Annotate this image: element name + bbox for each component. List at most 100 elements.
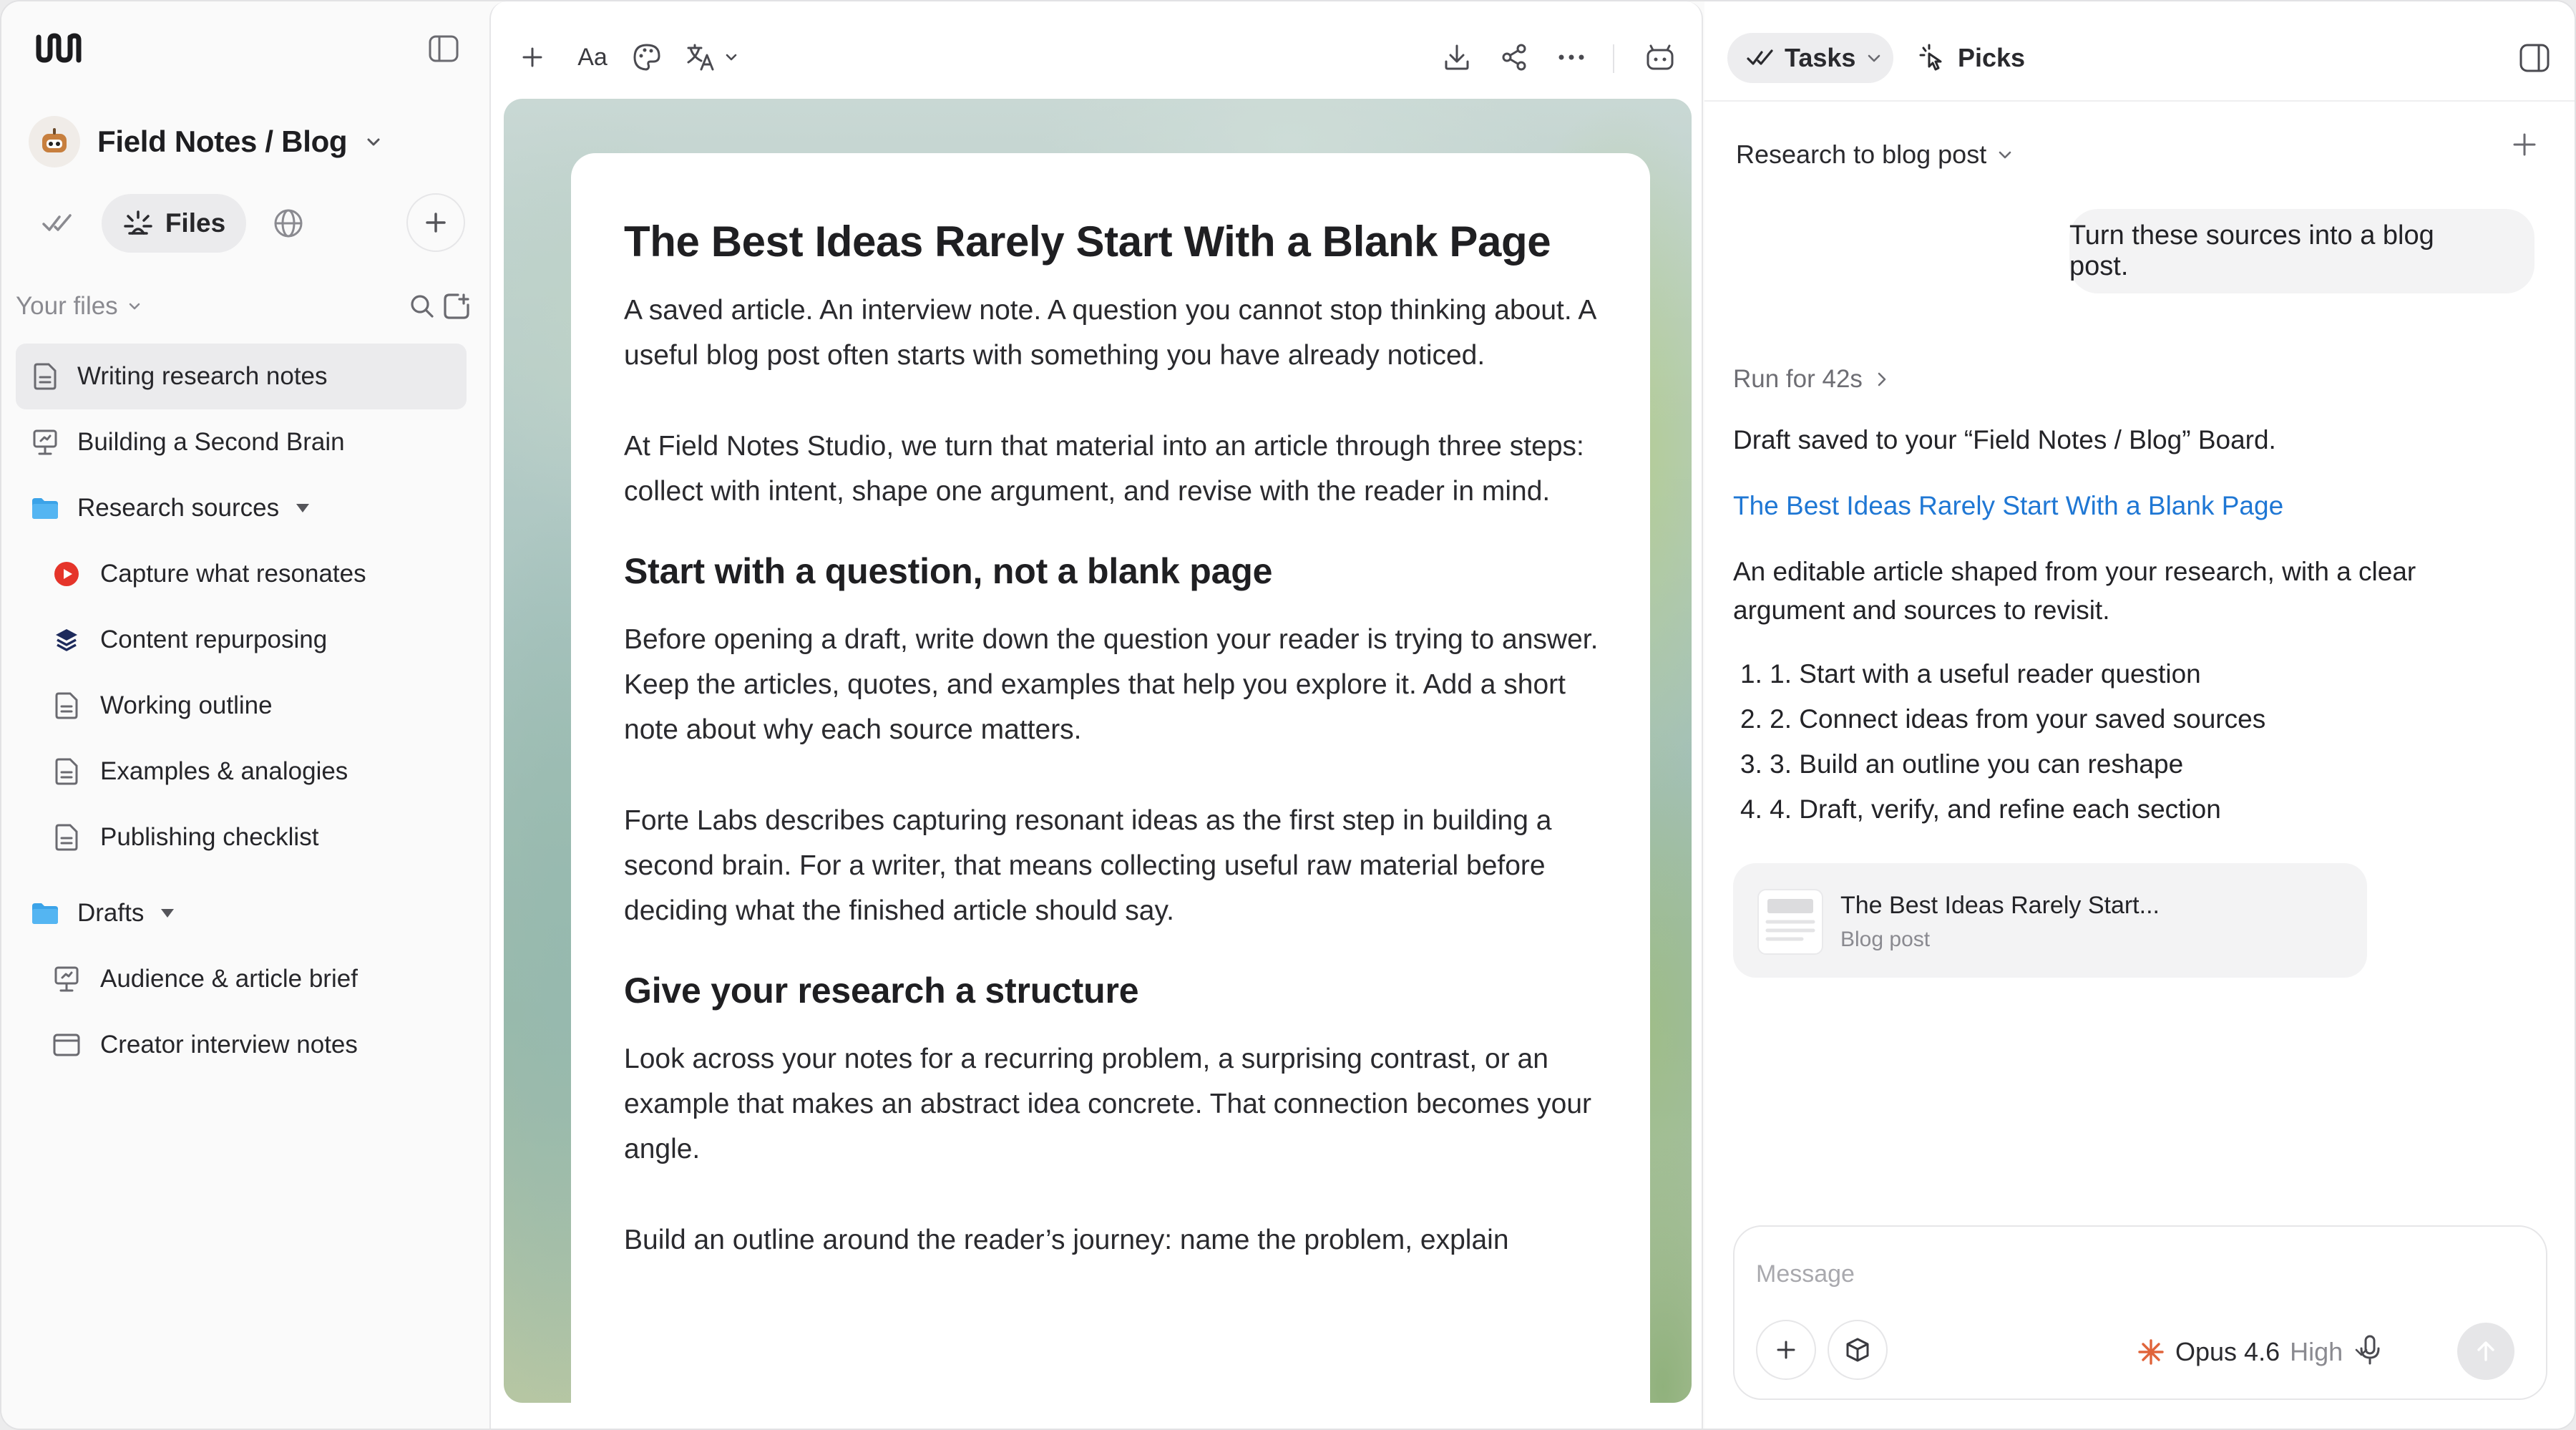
assistant-bot-icon[interactable] bbox=[1643, 40, 1677, 74]
sidebar: Field Notes / Blog Files Your files Writ… bbox=[1, 1, 488, 1429]
workflow-selector[interactable]: Research to blog post bbox=[1736, 135, 2014, 175]
app-logo-icon[interactable] bbox=[34, 30, 86, 64]
workspace-switcher[interactable]: Field Notes / Blog bbox=[29, 116, 383, 167]
assistant-saved-text: Draft saved to your “Field Notes / Blog”… bbox=[1733, 425, 2276, 454]
font-style-button[interactable]: Aa bbox=[571, 40, 614, 74]
folder-icon bbox=[30, 898, 60, 928]
tasks-mode-button[interactable] bbox=[29, 194, 87, 253]
folder-label: Research sources bbox=[77, 494, 280, 522]
caret-down-icon[interactable] bbox=[161, 909, 175, 918]
tab-picks-label: Picks bbox=[1958, 43, 2026, 72]
chevron-down-icon[interactable] bbox=[127, 298, 142, 314]
file-item[interactable]: Publishing checklist bbox=[16, 804, 467, 870]
more-options-icon[interactable] bbox=[1554, 40, 1589, 74]
palette-icon[interactable] bbox=[630, 40, 664, 74]
document-card[interactable]: The Best Ideas Rarely Start With a Blank… bbox=[571, 153, 1650, 1403]
your-files-label[interactable]: Your files bbox=[16, 292, 118, 321]
folder-item[interactable]: Drafts bbox=[16, 880, 467, 946]
document-title[interactable]: The Best Ideas Rarely Start With a Blank… bbox=[624, 213, 1611, 271]
chevron-down-icon bbox=[367, 138, 380, 146]
run-details-toggle[interactable]: Run for 42s bbox=[1733, 359, 1890, 399]
download-icon[interactable] bbox=[1440, 40, 1474, 74]
file-item-label: Working outline bbox=[100, 691, 273, 719]
document-icon bbox=[30, 361, 60, 391]
document-paragraph[interactable]: Look across your notes for a recurring p… bbox=[624, 1036, 1611, 1172]
your-files-header: Your files bbox=[16, 288, 471, 325]
document-paragraph[interactable]: Build an outline around the reader’s jou… bbox=[624, 1217, 1611, 1263]
run-duration: Run for 42s bbox=[1733, 365, 1863, 393]
document-paragraph[interactable]: Before opening a draft, write down the q… bbox=[624, 617, 1611, 752]
workspace-avatar bbox=[29, 116, 80, 167]
file-item[interactable]: Capture what resonates bbox=[16, 541, 467, 607]
file-item-label: Creator interview notes bbox=[100, 1031, 358, 1059]
attach-button[interactable] bbox=[1756, 1320, 1816, 1380]
file-item[interactable]: Creator interview notes bbox=[16, 1012, 467, 1078]
new-file-icon[interactable] bbox=[442, 292, 471, 321]
cube-icon bbox=[1846, 1338, 1869, 1362]
document-attachment-card[interactable]: The Best Ideas Rarely Start... Blog post bbox=[1733, 863, 2367, 978]
user-message-text: Turn these sources into a blog post. bbox=[2069, 220, 2434, 281]
tab-tasks-label: Tasks bbox=[1785, 43, 1856, 72]
microphone-button[interactable] bbox=[2351, 1331, 2389, 1368]
robot-avatar-icon bbox=[42, 128, 67, 152]
tab-picks[interactable]: Picks bbox=[1916, 33, 2025, 83]
assistant-panel-header: Tasks Picks bbox=[1704, 1, 2575, 102]
file-item[interactable]: Content repurposing bbox=[16, 607, 467, 673]
document-icon bbox=[52, 822, 82, 852]
folder-item[interactable]: Research sources bbox=[16, 475, 467, 541]
folder-label: Drafts bbox=[77, 899, 145, 927]
file-item[interactable]: Building a Second Brain bbox=[16, 409, 467, 475]
file-item-label: Audience & article brief bbox=[100, 965, 358, 993]
document-content[interactable]: The Best Ideas Rarely Start With a Blank… bbox=[624, 213, 1611, 1263]
app-window: Field Notes / Blog Files Your files Writ… bbox=[0, 0, 2576, 1430]
file-item[interactable]: Writing research notes bbox=[16, 344, 467, 409]
send-button[interactable] bbox=[2457, 1323, 2514, 1380]
document-paragraph[interactable]: A saved article. An interview note. A qu… bbox=[624, 288, 1611, 378]
presentation-icon bbox=[30, 427, 60, 457]
share-icon[interactable] bbox=[1497, 40, 1531, 74]
sidebar-toggle-icon[interactable] bbox=[428, 34, 459, 63]
files-mode-label: Files bbox=[165, 208, 226, 238]
new-chat-icon[interactable] bbox=[2509, 129, 2540, 160]
panel-toggle-icon[interactable] bbox=[2519, 43, 2550, 73]
document-heading[interactable]: Start with a question, not a blank page bbox=[624, 548, 1611, 594]
chevron-down-icon bbox=[1868, 54, 1880, 62]
list-item: 1. 1. Start with a useful reader questio… bbox=[1740, 659, 2201, 689]
file-item-label: Building a Second Brain bbox=[77, 428, 345, 456]
add-button[interactable] bbox=[406, 193, 465, 252]
folder-icon bbox=[30, 493, 60, 523]
file-item-label: Publishing checklist bbox=[100, 823, 319, 851]
document-link[interactable]: The Best Ideas Rarely Start With a Blank… bbox=[1733, 487, 2534, 525]
translate-icon[interactable] bbox=[686, 40, 746, 74]
editor-pane: Aa The Best Ideas Rarely Start With a Bl… bbox=[489, 1, 1703, 1429]
document-paragraph[interactable]: At Field Notes Studio, we turn that mate… bbox=[624, 424, 1611, 514]
document-thumbnail bbox=[1757, 889, 1823, 955]
workspace-name: Field Notes / Blog bbox=[97, 125, 348, 158]
file-item-label: Content repurposing bbox=[100, 626, 328, 653]
model-selector[interactable]: Opus 4.6 High bbox=[2137, 1334, 2370, 1370]
message-input[interactable] bbox=[1756, 1253, 2472, 1295]
web-mode-button[interactable] bbox=[259, 194, 318, 253]
attachment-title: The Best Ideas Rarely Start... bbox=[1840, 892, 2160, 919]
model-name: Opus 4.6 bbox=[2175, 1337, 2280, 1366]
list-item: 2. 2. Connect ideas from your saved sour… bbox=[1740, 704, 2266, 734]
file-item[interactable]: Audience & article brief bbox=[16, 946, 467, 1012]
file-item-label: Writing research notes bbox=[77, 362, 328, 390]
search-icon[interactable] bbox=[408, 292, 436, 321]
youtube-icon bbox=[52, 559, 82, 589]
message-composer: Opus 4.6 High bbox=[1733, 1225, 2547, 1400]
file-item[interactable]: Working outline bbox=[16, 673, 467, 739]
user-message-bubble: Turn these sources into a blog post. bbox=[2069, 209, 2534, 293]
files-mode-button[interactable]: Files bbox=[102, 194, 246, 253]
chevron-right-icon bbox=[1878, 372, 1886, 386]
caret-down-icon[interactable] bbox=[296, 504, 310, 512]
pointer-click-icon bbox=[1919, 44, 1942, 71]
add-block-icon[interactable] bbox=[515, 40, 550, 74]
document-paragraph[interactable]: Forte Labs describes capturing resonant … bbox=[624, 798, 1611, 933]
tools-button[interactable] bbox=[1828, 1320, 1888, 1380]
file-item[interactable]: Examples & analogies bbox=[16, 739, 467, 804]
arrow-up-icon bbox=[2477, 1341, 2494, 1361]
assistant-panel: Tasks Picks Research to blog post Turn t… bbox=[1704, 1, 2575, 1429]
tab-tasks[interactable]: Tasks bbox=[1727, 33, 1893, 83]
document-heading[interactable]: Give your research a structure bbox=[624, 968, 1611, 1013]
